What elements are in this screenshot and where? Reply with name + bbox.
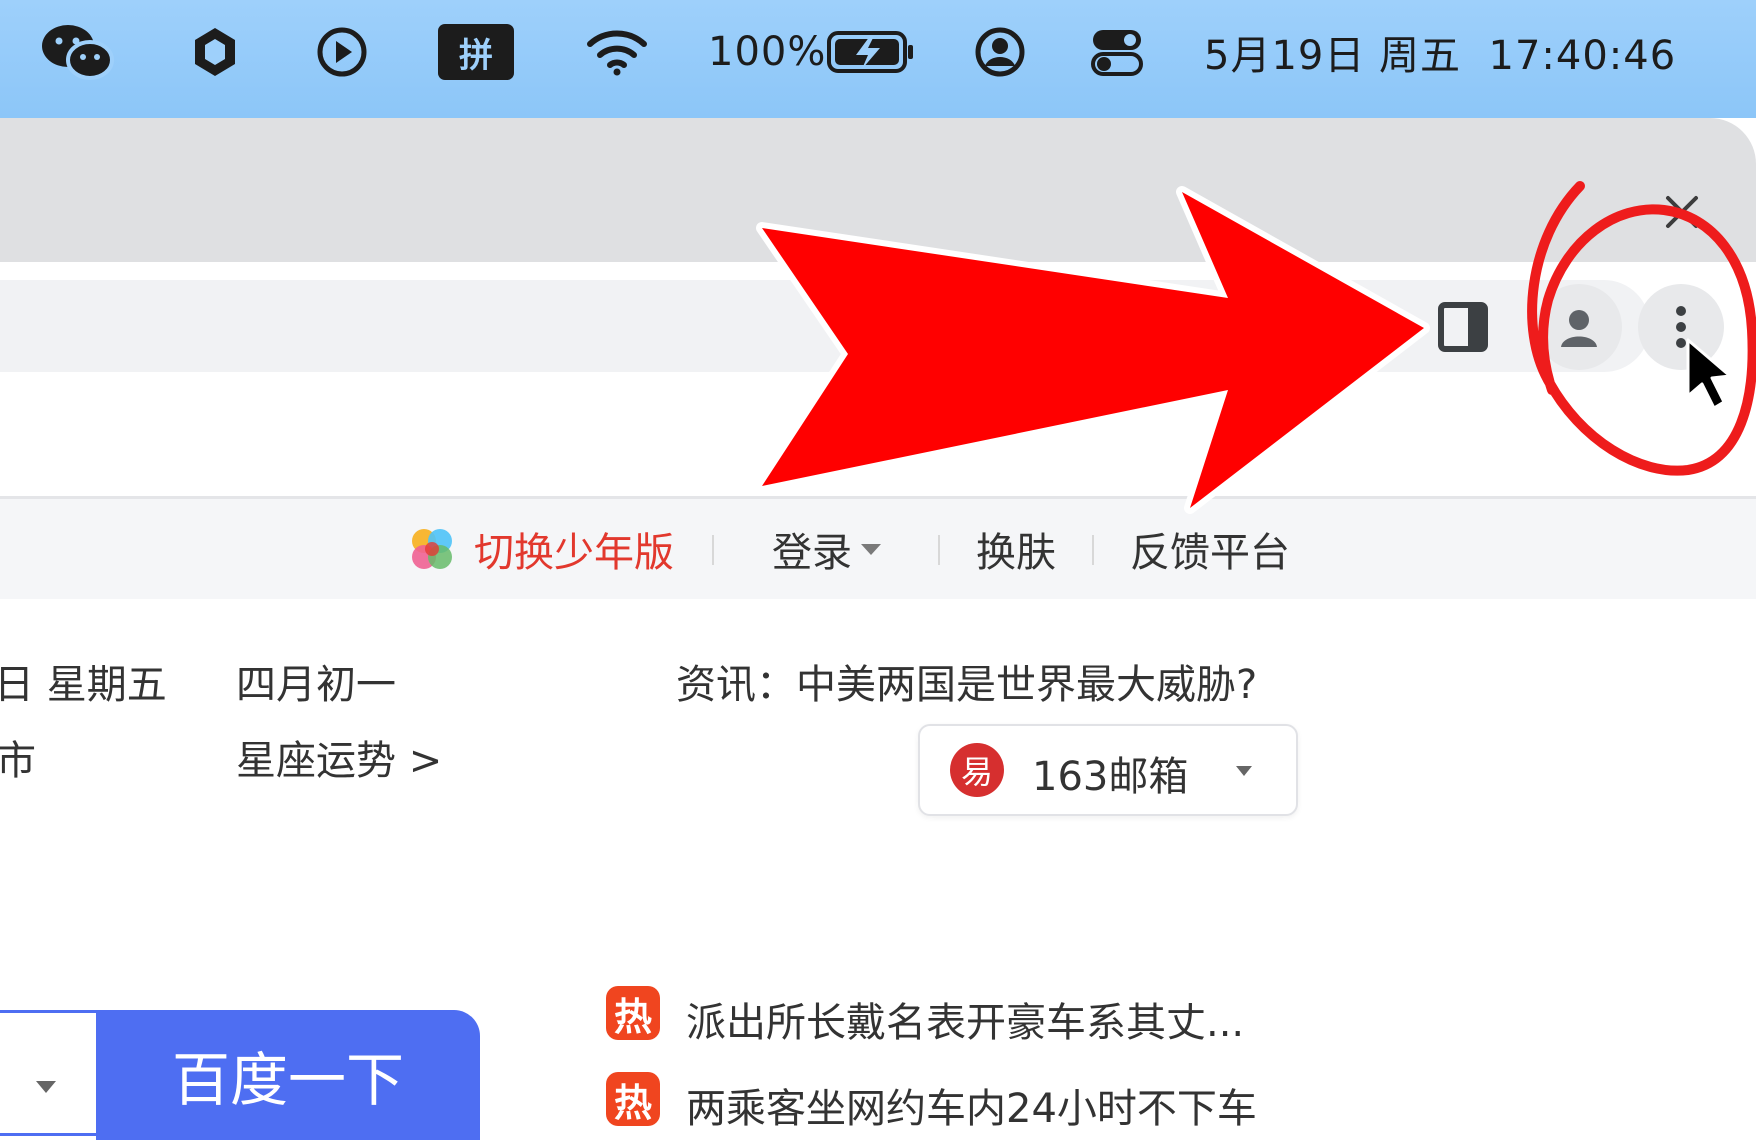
profile-avatar-icon[interactable]	[1536, 284, 1622, 370]
control-center-icon[interactable]	[1090, 0, 1144, 104]
lunar-date: 四月初一	[236, 662, 396, 708]
netease-mail-logo-icon: 易	[950, 743, 1004, 797]
clock[interactable]: 5月19日 周五 17:40:46	[1204, 0, 1676, 104]
divider	[938, 535, 940, 565]
login-dropdown[interactable]: 登录	[772, 499, 884, 599]
battery-percent: 100%	[708, 29, 827, 75]
hot-item-2[interactable]: 两乘客坐网约车内24小时不下车	[686, 1076, 1257, 1134]
feedback-label: 反馈平台	[1130, 530, 1290, 576]
baidu-top-nav: 切换少年版 登录 换肤 反馈平台	[0, 499, 1756, 599]
divider	[1092, 535, 1094, 565]
hot-item-1[interactable]: 派出所长戴名表开豪车系其丈...	[686, 990, 1244, 1048]
more-menu-icon[interactable]	[1638, 284, 1724, 370]
datetime-label: 5月19日 周五 17:40:46	[1204, 33, 1677, 79]
wifi-icon[interactable]	[586, 0, 648, 104]
hot-badge: 热	[606, 986, 660, 1040]
feedback-link[interactable]: 反馈平台	[1130, 499, 1290, 599]
login-label: 登录	[772, 530, 852, 576]
baidu-search-button[interactable]: 百度一下	[96, 1010, 480, 1140]
mail-label: 163邮箱	[1032, 754, 1189, 800]
play-circle-icon[interactable]	[316, 0, 368, 104]
menu-bar: 拼 100% 5月19日 周五 17:40:46	[0, 0, 1756, 118]
address-bar[interactable]	[0, 280, 1650, 372]
news-headline[interactable]: 资讯：中美两国是世界最大威胁?	[676, 652, 1257, 710]
switch-junior-label: 切换少年版	[474, 530, 674, 576]
city-label[interactable]: 市	[0, 728, 36, 786]
mail-selector[interactable]: 易 163邮箱	[918, 724, 1298, 816]
search-input[interactable]	[0, 1010, 96, 1136]
user-circle-icon[interactable]	[974, 0, 1026, 104]
skin-label: 换肤	[976, 530, 1056, 576]
side-panel-icon[interactable]	[1420, 284, 1506, 370]
browser-toolbar	[0, 262, 1756, 499]
tab-strip	[0, 118, 1756, 262]
colorful-logo-icon	[412, 529, 452, 569]
divider	[712, 535, 714, 565]
date-weekday: 日 星期五	[0, 662, 167, 708]
close-icon[interactable]	[1658, 188, 1706, 236]
mail-logo-char: 易	[960, 753, 993, 791]
caret-down-icon	[861, 544, 881, 555]
switch-junior-link[interactable]: 切换少年版	[406, 499, 674, 599]
search-button-label: 百度一下	[171, 1046, 404, 1114]
hot-badge: 热	[606, 1072, 660, 1126]
skin-link[interactable]: 换肤	[976, 499, 1056, 599]
hexagon-icon[interactable]	[192, 0, 238, 104]
battery-status[interactable]: 100%	[708, 0, 826, 104]
battery-charging-icon	[826, 0, 916, 104]
horoscope-link[interactable]: 星座运势 >	[236, 728, 442, 786]
input-method-icon[interactable]: 拼	[438, 0, 514, 104]
ime-label: 拼	[438, 24, 514, 80]
caret-down-icon	[1236, 766, 1252, 776]
wechat-icon[interactable]	[40, 0, 114, 104]
caret-down-icon	[36, 1081, 56, 1093]
